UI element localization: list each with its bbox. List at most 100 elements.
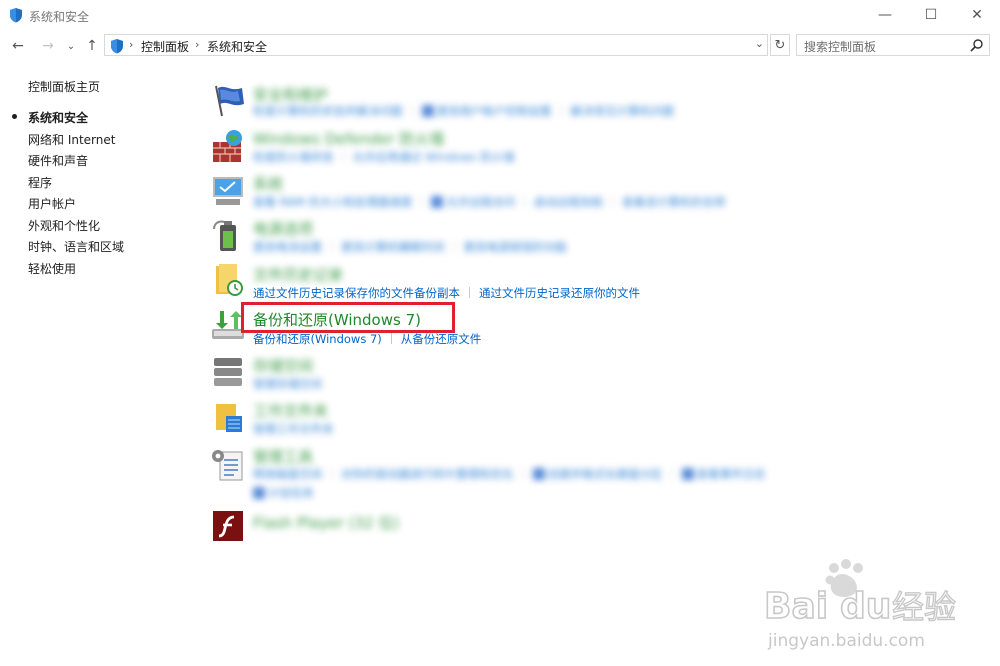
uac-shield-icon <box>431 196 444 208</box>
baidu-watermark-logo: Bai du 经验 jingyan.baidu.com <box>763 559 957 651</box>
category-title-firewall[interactable]: Windows Defender 防火墙 <box>253 128 444 149</box>
back-button[interactable]: ← <box>8 34 28 58</box>
storage-spaces-icon[interactable] <box>210 354 246 390</box>
watermark-url: jingyan.baidu.com <box>767 631 925 651</box>
link-separator <box>342 151 344 162</box>
search-placeholder: 搜索控制面板 <box>804 40 877 54</box>
sidebar-item-ease-of-access[interactable]: 轻松使用 <box>28 260 76 277</box>
link[interactable]: 管理存储空间 <box>253 377 322 391</box>
sidebar-item-hardware[interactable]: 硬件和声音 <box>28 152 88 169</box>
link-backup-restore[interactable]: 备份和还原(Windows 7) <box>253 332 382 346</box>
link[interactable]: 检查防火墙状态 <box>253 150 334 164</box>
work-folders-icon[interactable] <box>210 400 246 436</box>
category-title-power[interactable]: 电源选项 <box>253 218 313 239</box>
link[interactable]: 更改计算机睡眠时间 <box>341 240 445 254</box>
security-flag-icon[interactable] <box>210 82 246 118</box>
link[interactable]: 查看 RAM 的大小和处理器速度 <box>253 195 412 209</box>
link-file-history-restore[interactable]: 通过文件历史记录还原你的文件 <box>479 286 640 300</box>
search-input[interactable]: 搜索控制面板 <box>796 34 990 56</box>
control-panel-icon <box>111 39 123 54</box>
link-separator <box>560 105 562 116</box>
sidebar-item-clock-region[interactable]: 时钟、语言和区域 <box>28 238 124 255</box>
file-history-icon[interactable] <box>210 262 246 298</box>
link-separator <box>612 196 614 207</box>
link-separator <box>411 105 413 116</box>
chevron-down-icon[interactable]: ⌄ <box>755 37 764 50</box>
main-content: 安全和维护 检查计算机的状态并解决问题 更改用户帐户控制设置 解决常见计算机问题 W… <box>205 70 995 590</box>
category-title-security[interactable]: 安全和维护 <box>253 84 328 105</box>
system-monitor-icon[interactable] <box>210 173 246 209</box>
sidebar-item-user-accounts[interactable]: 用户帐户 <box>28 195 76 212</box>
watermark-brand-2: du <box>840 586 891 627</box>
close-button[interactable]: ✕ <box>954 0 1000 30</box>
link-separator <box>469 287 470 298</box>
category-links-storage-spaces: 管理存储空间 <box>253 376 322 392</box>
link-file-history-backup[interactable]: 通过文件历史记录保存你的文件备份副本 <box>253 286 460 300</box>
link-separator <box>331 468 332 479</box>
category-title-admin-tools[interactable]: 管理工具 <box>253 446 313 467</box>
refresh-button[interactable]: ↻ <box>770 34 790 56</box>
link[interactable]: 允许远程访问 <box>446 195 515 209</box>
uac-shield-icon <box>421 105 434 117</box>
category-links-backup-restore: 备份和还原(Windows 7) 从备份还原文件 <box>253 331 481 347</box>
link-separator <box>390 333 392 344</box>
uac-shield-icon <box>532 468 545 480</box>
watermark-suffix: 经验 <box>892 588 956 626</box>
link[interactable]: 检查计算机的状态并解决问题 <box>253 104 403 118</box>
uac-shield-icon <box>253 487 265 499</box>
firewall-icon[interactable] <box>210 128 246 164</box>
watermark-brand: Bai <box>764 586 828 627</box>
link[interactable]: 管理工作文件夹 <box>253 422 334 436</box>
chevron-right-icon[interactable]: › <box>129 38 133 51</box>
link[interactable]: 对你的驱动器进行碎片整理和优化 <box>341 467 514 481</box>
chevron-right-icon[interactable]: › <box>195 38 199 51</box>
minimize-button[interactable]: — <box>862 0 908 30</box>
category-title-flash-player[interactable]: Flash Player (32 位) <box>253 512 399 533</box>
sidebar-item-programs[interactable]: 程序 <box>28 174 52 191</box>
link[interactable]: 允许应用通过 Windows 防火墙 <box>353 150 515 164</box>
breadcrumb-control-panel[interactable]: 控制面板 <box>141 38 189 55</box>
title-bar: 系统和安全 — ☐ ✕ <box>0 0 1000 30</box>
link[interactable]: 更改电池设置 <box>253 240 322 254</box>
link[interactable]: 释放磁盘空间 <box>253 467 322 481</box>
link-separator <box>522 468 524 479</box>
category-title-work-folders[interactable]: 工作文件夹 <box>253 400 328 421</box>
link-separator <box>671 468 673 479</box>
link-restore-from-backup[interactable]: 从备份还原文件 <box>401 332 482 346</box>
category-title-storage-spaces[interactable]: 存储空间 <box>253 355 313 376</box>
navigation-bar: ← → ⌄ ↑ › 控制面板 › 系统和安全 ⌄ ↻ 搜索控制面板 <box>0 34 1000 58</box>
power-options-icon[interactable] <box>210 217 246 253</box>
active-bullet-icon <box>12 114 17 119</box>
up-button[interactable]: ↑ <box>82 34 102 58</box>
forward-button[interactable]: → <box>38 34 58 58</box>
category-title-system[interactable]: 系统 <box>253 173 283 194</box>
link[interactable]: 查看该计算机的名称 <box>622 195 726 209</box>
link[interactable]: 创建并格式化硬盘分区 <box>548 467 663 481</box>
address-bar[interactable]: › 控制面板 › 系统和安全 ⌄ <box>104 34 768 56</box>
category-links-admin-tools-2: 计划任务 <box>253 485 314 501</box>
link[interactable]: 启动远程协助 <box>534 195 603 209</box>
category-links-system: 查看 RAM 的大小和处理器速度 允许远程访问 启动远程协助 查看该计算机的名称 <box>253 194 726 210</box>
category-links-firewall: 检查防火墙状态 允许应用通过 Windows 防火墙 <box>253 149 515 165</box>
maximize-button[interactable]: ☐ <box>908 0 954 30</box>
breadcrumb-system-security[interactable]: 系统和安全 <box>207 38 267 55</box>
sidebar-item-system-security[interactable]: 系统和安全 <box>28 109 88 126</box>
recent-locations-button[interactable]: ⌄ <box>64 34 78 58</box>
link[interactable]: 计划任务 <box>268 486 314 500</box>
search-icon[interactable] <box>970 39 983 52</box>
category-links-power: 更改电池设置 更改计算机睡眠时间 更改电源按钮的功能 <box>253 239 567 255</box>
link[interactable]: 更改电源按钮的功能 <box>464 240 568 254</box>
flash-player-icon[interactable] <box>210 508 246 544</box>
sidebar-item-network[interactable]: 网络和 Internet <box>28 131 115 148</box>
category-links-admin-tools: 释放磁盘空间 对你的驱动器进行碎片整理和优化 创建并格式化硬盘分区 查看事件日志 <box>253 466 766 482</box>
link-separator <box>331 241 332 252</box>
link[interactable]: 更改用户帐户控制设置 <box>437 104 552 118</box>
category-title-file-history[interactable]: 文件历史记录 <box>253 264 343 285</box>
uac-shield-icon <box>681 468 694 480</box>
window-title: 系统和安全 <box>29 10 90 24</box>
link[interactable]: 查看事件日志 <box>697 467 766 481</box>
sidebar-item-appearance[interactable]: 外观和个性化 <box>28 217 100 234</box>
admin-tools-icon[interactable] <box>210 446 246 482</box>
sidebar-item-home[interactable]: 控制面板主页 <box>28 78 100 95</box>
link[interactable]: 解决常见计算机问题 <box>571 104 675 118</box>
